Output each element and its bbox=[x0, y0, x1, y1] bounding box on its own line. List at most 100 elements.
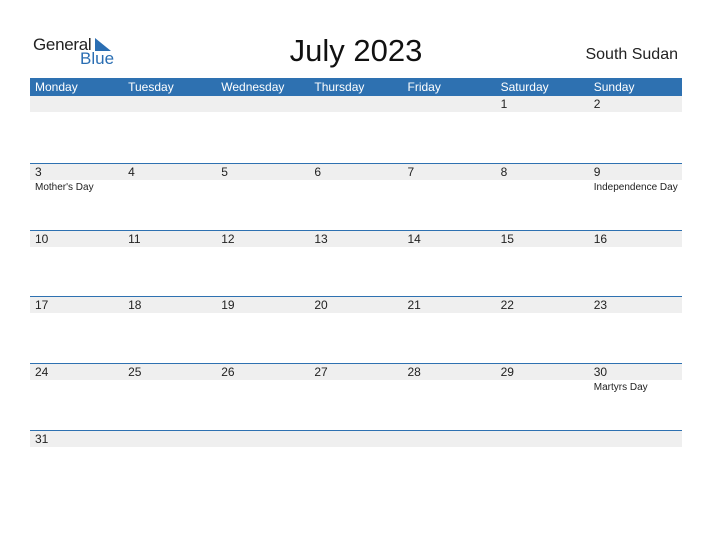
day-number-strip bbox=[588, 164, 682, 180]
day-cell[interactable] bbox=[216, 96, 310, 162]
day-cell[interactable]: 31 bbox=[30, 431, 124, 497]
day-number: 29 bbox=[500, 365, 514, 379]
day-number: 2 bbox=[593, 97, 601, 111]
day-cell[interactable]: 4 bbox=[123, 164, 217, 230]
day-number-strip bbox=[123, 96, 217, 112]
day-number: 20 bbox=[314, 298, 328, 312]
day-number: 14 bbox=[407, 232, 421, 246]
day-cell[interactable]: 20 bbox=[309, 297, 403, 363]
day-cell[interactable]: 18 bbox=[123, 297, 217, 363]
day-cell[interactable]: 11 bbox=[123, 231, 217, 297]
weekday-friday: Friday bbox=[407, 80, 441, 94]
day-number: 6 bbox=[314, 165, 322, 179]
weekday-header: Monday Tuesday Wednesday Thursday Friday Satu… bbox=[30, 78, 682, 96]
day-cell[interactable]: 15 bbox=[495, 231, 589, 297]
day-number-strip bbox=[309, 96, 403, 112]
day-number: 8 bbox=[500, 165, 508, 179]
day-number-strip bbox=[216, 431, 310, 447]
day-cell[interactable] bbox=[30, 96, 124, 162]
day-cell[interactable] bbox=[402, 96, 496, 162]
day-number: 26 bbox=[221, 365, 235, 379]
day-number: 28 bbox=[407, 365, 421, 379]
day-cell[interactable]: 7 bbox=[402, 164, 496, 230]
day-number: 30 bbox=[593, 365, 608, 379]
day-number: 5 bbox=[221, 165, 228, 179]
day-number: 23 bbox=[593, 298, 608, 312]
holiday-label: Martyrs Day bbox=[593, 382, 648, 393]
day-cell[interactable] bbox=[309, 431, 403, 497]
day-number: 31 bbox=[35, 432, 49, 446]
day-number: 15 bbox=[500, 232, 514, 246]
day-cell[interactable]: 3 Mother's Day bbox=[30, 164, 124, 230]
weekday-tuesday: Tuesday bbox=[128, 80, 174, 94]
day-number-strip bbox=[402, 164, 496, 180]
holiday-label: Independence Day bbox=[593, 182, 678, 193]
day-number: 12 bbox=[221, 232, 235, 246]
day-cell[interactable]: 6 bbox=[309, 164, 403, 230]
day-number: 27 bbox=[314, 365, 328, 379]
day-number: 22 bbox=[500, 298, 514, 312]
day-cell[interactable] bbox=[216, 431, 310, 497]
day-cell[interactable] bbox=[309, 96, 403, 162]
day-number-strip bbox=[402, 431, 496, 447]
day-number: 13 bbox=[314, 232, 328, 246]
day-number-strip bbox=[30, 96, 124, 112]
week-row: 12 bbox=[30, 96, 682, 162]
day-number: 21 bbox=[407, 298, 421, 312]
day-number: 25 bbox=[128, 365, 142, 379]
day-cell[interactable]: 23 bbox=[588, 297, 682, 363]
day-number-strip bbox=[309, 164, 403, 180]
day-cell[interactable] bbox=[123, 431, 217, 497]
day-cell[interactable]: 13 bbox=[309, 231, 403, 297]
day-cell[interactable]: 2 bbox=[588, 96, 682, 162]
day-cell[interactable]: 25 bbox=[123, 364, 217, 430]
day-cell[interactable]: 9 Independence Day bbox=[588, 164, 682, 230]
week-row: 3 Mother's Day 4 5 6 7 8 9 Independence Day bbox=[30, 163, 682, 230]
country-label: South Sudan bbox=[585, 46, 678, 63]
day-number: 4 bbox=[128, 165, 135, 179]
day-cell[interactable]: 22 bbox=[495, 297, 589, 363]
day-number: 7 bbox=[407, 165, 415, 179]
day-number-strip bbox=[495, 164, 589, 180]
day-number-strip bbox=[402, 96, 496, 112]
weekday-wednesday: Wednesday bbox=[221, 80, 285, 94]
day-cell[interactable]: 1 bbox=[495, 96, 589, 162]
day-number: 10 bbox=[35, 232, 49, 246]
day-cell[interactable]: 17 bbox=[30, 297, 124, 363]
day-cell[interactable] bbox=[402, 431, 496, 497]
weekday-thursday: Thursday bbox=[314, 80, 365, 94]
day-number-strip bbox=[588, 431, 682, 447]
day-number: 19 bbox=[221, 298, 235, 312]
day-cell[interactable]: 30 Martyrs Day bbox=[588, 364, 682, 430]
day-cell[interactable]: 10 bbox=[30, 231, 124, 297]
day-cell[interactable]: 12 bbox=[216, 231, 310, 297]
day-cell[interactable]: 16 bbox=[588, 231, 682, 297]
day-cell[interactable]: 27 bbox=[309, 364, 403, 430]
day-cell[interactable] bbox=[588, 431, 682, 497]
day-cell[interactable]: 21 bbox=[402, 297, 496, 363]
day-cell[interactable]: 19 bbox=[216, 297, 310, 363]
day-cell[interactable]: 14 bbox=[402, 231, 496, 297]
day-cell[interactable]: 29 bbox=[495, 364, 589, 430]
day-number: 16 bbox=[593, 232, 608, 246]
week-row: 24 25 26 27 28 29 30 Martyrs Day bbox=[30, 363, 682, 430]
day-cell[interactable]: 5 bbox=[216, 164, 310, 230]
day-cell[interactable]: 26 bbox=[216, 364, 310, 430]
week-row: 31 bbox=[30, 430, 682, 497]
day-cell[interactable] bbox=[495, 431, 589, 497]
day-cell[interactable]: 28 bbox=[402, 364, 496, 430]
day-number: 9 bbox=[593, 165, 601, 179]
day-number: 11 bbox=[128, 232, 141, 246]
day-number: 3 bbox=[35, 165, 42, 179]
day-number: 1 bbox=[500, 97, 508, 111]
day-cell[interactable]: 8 bbox=[495, 164, 589, 230]
day-number-strip bbox=[216, 164, 310, 180]
weekday-monday: Monday bbox=[35, 80, 78, 94]
day-cell[interactable] bbox=[123, 96, 217, 162]
weekday-saturday: Saturday bbox=[500, 80, 549, 94]
day-number-strip bbox=[588, 96, 682, 112]
week-row: 17 18 19 20 21 22 23 bbox=[30, 296, 682, 363]
weekday-sunday: Sunday bbox=[593, 80, 635, 94]
day-number-strip bbox=[123, 164, 217, 180]
day-cell[interactable]: 24 bbox=[30, 364, 124, 430]
